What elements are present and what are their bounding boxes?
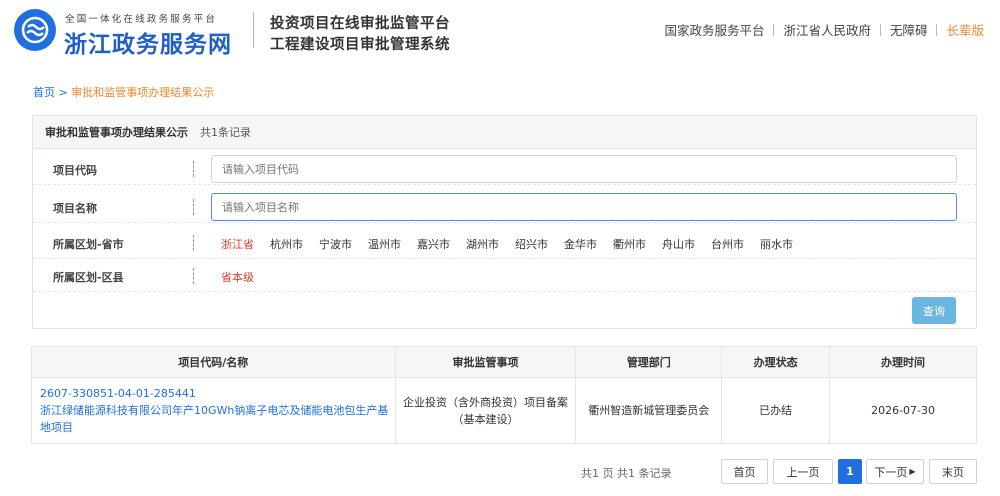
platform-title-2: 工程建设项目审批管理系统 [270, 37, 450, 53]
city-option[interactable]: 舟山市 [662, 236, 695, 252]
row-divider [193, 161, 194, 177]
platform-title-1: 投资项目在线审批监管平台 [270, 16, 450, 32]
link-separator [773, 23, 775, 36]
row-divider [193, 235, 194, 251]
result-table: 项目代码/名称 审批监管事项 管理部门 办理状态 办理时间 2607-33085… [31, 346, 977, 444]
pagination: 共1 页 共1 条记录 首页 上一页 1 下一页 ▶ 末页 [0, 459, 1000, 485]
table-header-row: 项目代码/名称 审批监管事项 管理部门 办理状态 办理时间 [31, 346, 977, 378]
header-divider [253, 12, 254, 48]
row-divider [193, 199, 194, 215]
site-header: 全国一体化在线政务服务平台 浙江政务服务网 投资项目在线审批监管平台 工程建设项… [0, 0, 1000, 62]
query-button[interactable]: 查询 [912, 297, 956, 324]
status-cell: 已办结 [721, 377, 831, 444]
city-option[interactable]: 金华市 [564, 236, 597, 252]
prev-page-button[interactable]: 上一页 [773, 459, 833, 484]
table-row: 2607-330851-04-01-285441 浙江绿储能源科技有限公司年产1… [31, 377, 977, 444]
current-page-button[interactable]: 1 [838, 459, 862, 484]
city-option-active[interactable]: 浙江省 [221, 236, 254, 252]
filter-title: 审批和监管事项办理结果公示 [45, 126, 188, 139]
caret-right-icon: ▶ [909, 467, 916, 476]
city-option[interactable]: 宁波市 [319, 236, 352, 252]
next-page-label: 下一页 [874, 465, 908, 479]
district-label: 所属区划-区县 [53, 271, 124, 284]
project-code-input[interactable] [211, 155, 957, 183]
project-code-link[interactable]: 2607-330851-04-01-285441 [40, 385, 395, 402]
column-header-item: 审批监管事项 [394, 346, 577, 378]
breadcrumb: 首页 > 审批和监管事项办理结果公示 [33, 84, 214, 100]
link-national-platform[interactable]: 国家政务服务平台 [664, 20, 764, 39]
site-subtitle: 全国一体化在线政务服务平台 [65, 14, 218, 25]
city-list: 浙江省 杭州市 宁波市 温州市 嘉兴市 湖州市 绍兴市 金华市 衢州市 舟山市 … [221, 236, 809, 252]
breadcrumb-separator: > [58, 86, 68, 99]
link-zhejiang-government[interactable]: 浙江省人民政府 [783, 20, 871, 39]
item-cell: 企业投资（含外商投资）项目备案（基本建设） [394, 377, 577, 444]
breadcrumb-home[interactable]: 首页 [33, 86, 55, 99]
province-label: 所属区划-省市 [53, 238, 124, 251]
filter-row-name: 项目名称 [33, 190, 976, 223]
department-cell: 衢州智造新城管理委员会 [575, 377, 723, 444]
project-name-link[interactable]: 浙江绿储能源科技有限公司年产10GWh钠离子电芯及储能电池包生产基地项目 [40, 402, 395, 436]
link-elder-version[interactable]: 长辈版 [946, 20, 984, 39]
city-option[interactable]: 绍兴市 [515, 236, 548, 252]
filter-row-code: 项目代码 [33, 152, 976, 185]
last-page-button[interactable]: 末页 [929, 459, 977, 484]
city-option[interactable]: 衢州市 [613, 236, 646, 252]
city-option[interactable]: 温州市 [368, 236, 401, 252]
project-name-input[interactable] [211, 193, 957, 221]
project-name-label: 项目名称 [53, 202, 97, 215]
link-accessibility[interactable]: 无障碍 [890, 20, 928, 39]
column-header-status: 办理状态 [721, 346, 831, 378]
city-option[interactable]: 嘉兴市 [417, 236, 450, 252]
time-cell: 2026-07-30 [829, 377, 977, 444]
city-option[interactable]: 丽水市 [760, 236, 793, 252]
page-info: 共1 页 共1 条记录 [581, 467, 672, 480]
next-page-button[interactable]: 下一页 ▶ [866, 459, 924, 484]
first-page-button[interactable]: 首页 [721, 459, 768, 484]
filter-header: 审批和监管事项办理结果公示 共1条记录 [33, 116, 976, 149]
link-separator [936, 23, 938, 36]
city-option[interactable]: 杭州市 [270, 236, 303, 252]
zhejiang-logo-icon[interactable] [14, 9, 56, 51]
filter-row-district: 所属区划-区县 省本级 [33, 259, 976, 292]
filter-row-province: 所属区划-省市 浙江省 杭州市 宁波市 温州市 嘉兴市 湖州市 绍兴市 金华市 … [33, 226, 976, 259]
site-title[interactable]: 浙江政务服务网 [64, 25, 232, 59]
breadcrumb-current: 审批和监管事项办理结果公示 [71, 86, 215, 99]
column-header-code-name: 项目代码/名称 [31, 346, 396, 378]
city-option[interactable]: 台州市 [711, 236, 744, 252]
city-option[interactable]: 湖州市 [466, 236, 499, 252]
filter-panel: 审批和监管事项办理结果公示 共1条记录 项目代码 项目名称 所属区划-省市 浙江… [32, 115, 977, 329]
column-header-department: 管理部门 [575, 346, 723, 378]
column-header-time: 办理时间 [829, 346, 977, 378]
top-links: 国家政务服务平台 浙江省人民政府 无障碍 长辈版 [664, 20, 984, 39]
row-divider [193, 268, 194, 284]
project-code-label: 项目代码 [53, 164, 97, 177]
link-separator [879, 23, 881, 36]
district-option-active[interactable]: 省本级 [221, 269, 254, 285]
record-count: 共1条记录 [200, 126, 251, 139]
project-cell: 2607-330851-04-01-285441 浙江绿储能源科技有限公司年产1… [31, 377, 396, 444]
